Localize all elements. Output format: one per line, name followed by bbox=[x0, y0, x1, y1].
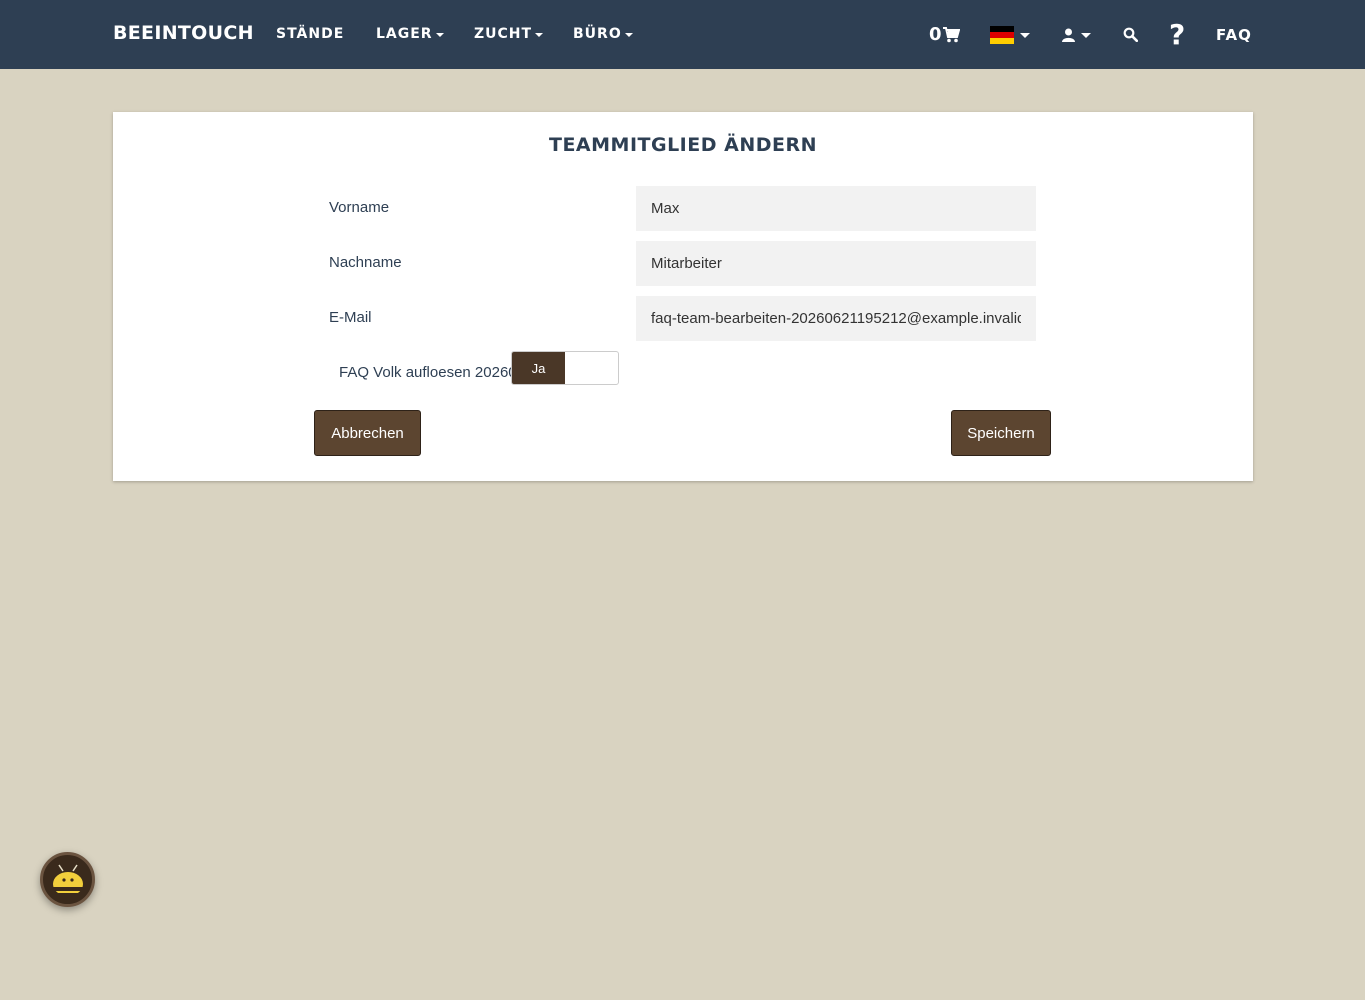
firstname-input[interactable] bbox=[636, 186, 1036, 231]
nav-item-staende[interactable]: STÄNDE bbox=[276, 26, 344, 42]
toggle-on-state: Ja bbox=[512, 352, 565, 384]
question-mark-icon: ? bbox=[1169, 18, 1186, 51]
cart-icon bbox=[942, 26, 960, 42]
caret-down-icon bbox=[1081, 33, 1091, 38]
cancel-button[interactable]: Abbrechen bbox=[314, 410, 421, 456]
email-label: E-Mail bbox=[329, 309, 372, 326]
caret-down-icon bbox=[535, 33, 544, 37]
bee-assistant-button[interactable] bbox=[40, 852, 95, 907]
colony-toggle-label: FAQ Volk aufloesen 20260621195212 bbox=[339, 364, 511, 381]
search-icon bbox=[1123, 27, 1138, 42]
navbar-inner: BEEINTOUCH STÄNDE LAGER ZUCHT BÜRO 0 ? F… bbox=[113, 0, 1253, 69]
language-dropdown[interactable] bbox=[990, 0, 1030, 69]
cart-link[interactable]: 0 bbox=[929, 0, 960, 69]
caret-down-icon bbox=[1020, 33, 1030, 38]
top-navbar: BEEINTOUCH STÄNDE LAGER ZUCHT BÜRO 0 ? F… bbox=[0, 0, 1365, 69]
nav-item-label: BÜRO bbox=[573, 26, 622, 42]
firstname-label: Vorname bbox=[329, 199, 390, 216]
nav-item-label: LAGER bbox=[376, 26, 433, 42]
user-menu-dropdown[interactable] bbox=[1062, 0, 1091, 69]
search-button[interactable] bbox=[1123, 0, 1138, 69]
faq-link-label: FAQ bbox=[1216, 25, 1252, 44]
nav-item-zucht[interactable]: ZUCHT bbox=[474, 26, 544, 42]
bee-icon bbox=[52, 864, 83, 896]
caret-down-icon bbox=[624, 33, 633, 37]
save-button[interactable]: Speichern bbox=[951, 410, 1051, 456]
cart-count: 0 bbox=[929, 24, 942, 45]
nav-item-label: ZUCHT bbox=[474, 26, 533, 42]
user-icon bbox=[1062, 28, 1075, 42]
nav-item-lager[interactable]: LAGER bbox=[376, 26, 444, 42]
caret-down-icon bbox=[435, 33, 444, 37]
page-title: TEAMMITGLIED ÄNDERN bbox=[548, 134, 817, 156]
nav-item-buero[interactable]: BÜRO bbox=[573, 26, 633, 42]
lastname-input[interactable] bbox=[636, 241, 1036, 286]
german-flag-icon bbox=[990, 25, 1014, 44]
lastname-label: Nachname bbox=[329, 254, 402, 271]
edit-team-member-card: TEAMMITGLIED ÄNDERN Vorname Nachname E-M… bbox=[113, 112, 1253, 481]
nav-item-label: STÄNDE bbox=[276, 26, 345, 42]
email-input[interactable] bbox=[636, 296, 1036, 341]
faq-link[interactable]: FAQ bbox=[1216, 0, 1252, 69]
help-button[interactable]: ? bbox=[1169, 0, 1185, 69]
brand-logo-link[interactable]: BEEINTOUCH bbox=[113, 22, 254, 44]
colony-toggle-switch[interactable]: Ja bbox=[511, 351, 619, 385]
